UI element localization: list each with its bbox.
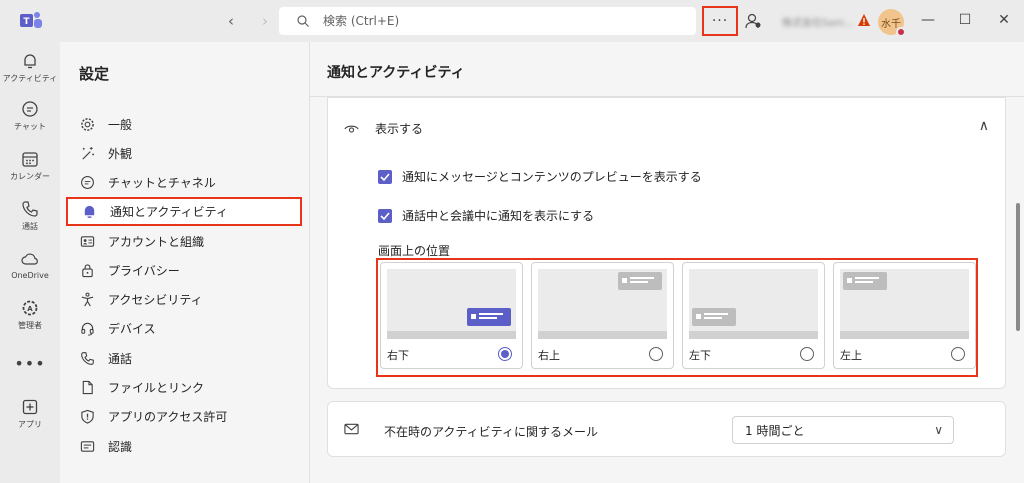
position-option-bottom-left[interactable]: 左下 — [682, 262, 825, 369]
preview-checkbox[interactable] — [378, 169, 392, 184]
id-card-icon — [80, 236, 95, 247]
minimize-icon[interactable]: — — [918, 12, 938, 28]
add-app-icon — [22, 399, 38, 415]
wand-icon — [82, 146, 95, 160]
taskbar-preview — [689, 331, 818, 339]
section-title: 通知とアクティビティ — [327, 65, 465, 81]
bell-icon — [24, 54, 36, 69]
app-rail: アクティビティ チャット カレンダー 通話 OneDrive A 管理者 •••… — [0, 42, 60, 483]
position-option-top-left[interactable]: 左上 — [833, 262, 976, 369]
people-icon[interactable] — [744, 12, 762, 30]
search-icon — [297, 15, 309, 27]
avatar[interactable]: 水千 — [878, 9, 906, 37]
checkmark-icon — [380, 211, 390, 220]
shield-icon — [81, 409, 94, 424]
in-call-checkbox-row[interactable]: 通話中と会議中に通知を表示にする — [378, 207, 594, 224]
chat-icon — [81, 176, 94, 189]
admin-icon: A — [22, 300, 38, 316]
warning-icon[interactable] — [857, 13, 871, 27]
calendar-icon — [22, 152, 38, 167]
eye-icon — [344, 125, 359, 133]
close-icon[interactable]: ✕ — [994, 12, 1014, 28]
rail-item-apps[interactable]: アプリ — [0, 398, 60, 430]
sidebar-item-devices[interactable]: デバイス — [66, 314, 302, 343]
maximize-icon[interactable]: ☐ — [955, 12, 975, 28]
in-call-checkbox[interactable] — [378, 208, 392, 223]
sidebar-item-privacy[interactable]: プライバシー — [66, 256, 302, 285]
main-header: 通知とアクティビティ — [310, 42, 1024, 97]
taskbar-preview — [538, 331, 667, 339]
rail-item-onedrive[interactable]: OneDrive — [0, 250, 60, 280]
radio-button[interactable] — [649, 347, 663, 361]
rail-item-calendar[interactable]: カレンダー — [0, 150, 60, 182]
gear-icon — [81, 118, 94, 131]
chevron-up-icon[interactable]: ∧ — [979, 118, 989, 134]
toast-preview — [618, 272, 662, 290]
lock-icon — [82, 264, 93, 278]
search-box[interactable] — [279, 7, 696, 35]
sidebar-item-app-permissions[interactable]: アプリのアクセス許可 — [66, 402, 302, 431]
teams-logo-icon: T — [20, 12, 42, 28]
svg-text:A: A — [27, 305, 33, 313]
rail-more-icon[interactable]: ••• — [0, 354, 60, 373]
email-settings-card: 不在時のアクティビティに関するメール 1 時間ごと ∨ — [327, 401, 1006, 457]
rail-item-chat[interactable]: チャット — [0, 100, 60, 132]
svg-text:T: T — [23, 17, 30, 27]
scrollbar[interactable] — [1016, 203, 1020, 331]
settings-sidebar: 設定 一般 外観 チャットとチャネル 通知とアクティビティ アカウントと組織 プ… — [60, 42, 310, 483]
back-icon[interactable]: ‹ — [222, 12, 240, 30]
sidebar-item-chat-channels[interactable]: チャットとチャネル — [66, 168, 302, 197]
chat-icon — [22, 101, 38, 117]
accessibility-icon — [81, 292, 94, 307]
cloud-icon — [21, 253, 38, 265]
sidebar-item-notifications[interactable]: 通知とアクティビティ — [66, 197, 302, 226]
sidebar-item-accessibility[interactable]: アクセシビリティ — [66, 285, 302, 314]
rail-item-activity[interactable]: アクティビティ — [0, 52, 60, 84]
page-title: 設定 — [79, 65, 110, 83]
toast-preview — [467, 308, 511, 326]
phone-icon — [22, 201, 38, 217]
checkmark-icon — [380, 172, 390, 181]
preview-checkbox-row[interactable]: 通知にメッセージとコンテンツのプレビューを表示する — [378, 168, 702, 185]
taskbar-preview — [840, 331, 969, 339]
sidebar-item-general[interactable]: 一般 — [66, 110, 302, 139]
recognition-icon — [80, 441, 95, 452]
sidebar-item-files-links[interactable]: ファイルとリンク — [66, 373, 302, 402]
sidebar-item-appearance[interactable]: 外観 — [66, 139, 302, 168]
position-label: 画面上の位置 — [378, 244, 451, 258]
headset-icon — [81, 322, 94, 336]
radio-button[interactable] — [498, 347, 512, 361]
toast-preview — [692, 308, 736, 326]
rail-item-admin[interactable]: A 管理者 — [0, 299, 60, 331]
radio-button[interactable] — [951, 347, 965, 361]
display-section-header[interactable]: 表示する — [344, 120, 423, 137]
sidebar-item-recognition[interactable]: 認識 — [66, 432, 302, 461]
search-input[interactable] — [323, 14, 663, 28]
display-settings-card: 表示する ∧ 通知にメッセージとコンテンツのプレビューを表示する 通話中と会議中… — [327, 97, 1006, 389]
forward-icon[interactable]: › — [256, 12, 274, 30]
phone-icon — [81, 352, 94, 365]
org-name: 株式会社Sam... — [782, 18, 854, 29]
sidebar-item-accounts[interactable]: アカウントと組織 — [66, 227, 302, 256]
bell-icon — [84, 205, 95, 218]
toast-preview — [843, 272, 887, 290]
file-icon — [82, 380, 93, 395]
email-setting-label: 不在時のアクティビティに関するメール — [384, 425, 598, 439]
rail-item-calls[interactable]: 通話 — [0, 200, 60, 232]
status-badge — [896, 27, 906, 37]
position-option-top-right[interactable]: 右上 — [531, 262, 674, 369]
main-content: 通知とアクティビティ 表示する ∧ 通知にメッセージとコンテンツのプレビューを表… — [310, 42, 1024, 483]
mail-icon — [344, 423, 359, 435]
taskbar-preview — [387, 331, 516, 339]
email-frequency-select[interactable]: 1 時間ごと ∨ — [732, 416, 954, 444]
more-options-button[interactable]: ··· — [702, 6, 738, 36]
title-bar: T ‹ › ··· 株式会社Sam... 水千 — ☐ ✕ — [0, 0, 1024, 42]
radio-button[interactable] — [800, 347, 814, 361]
position-option-bottom-right[interactable]: 右下 — [380, 262, 523, 369]
sidebar-item-calls[interactable]: 通話 — [66, 344, 302, 373]
chevron-down-icon: ∨ — [934, 423, 943, 437]
